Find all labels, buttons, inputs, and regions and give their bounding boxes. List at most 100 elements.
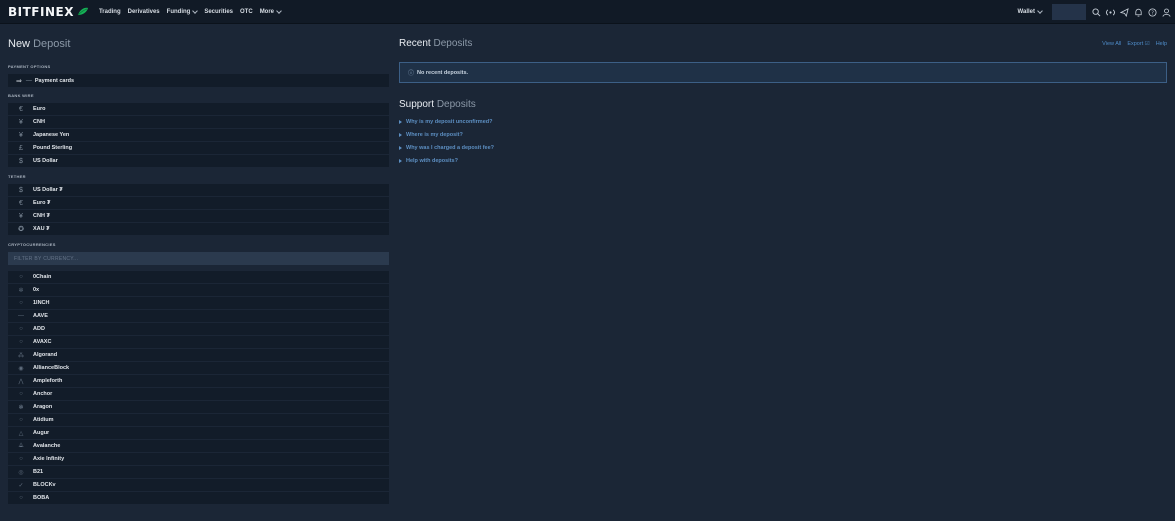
search-field[interactable] [1052,4,1086,20]
currency-label: ADD [33,326,45,332]
crypto-item[interactable]: ❃ Aragon [8,401,389,414]
currency-label: Aragon [33,404,53,410]
broadcast-icon[interactable] [1106,8,1115,17]
crypto-item[interactable]: △ Augur [8,427,389,440]
faq-link[interactable]: Why is my deposit unconfirmed? [399,119,1167,125]
crypto-item[interactable]: ✓ BLOCKv [8,479,389,492]
currency-label: US Dollar ₮ [33,187,63,193]
currency-icon: ⟁ [18,442,24,449]
bank-wire-label: BANK WIRE [8,93,34,98]
nav-label: Funding [166,8,191,15]
user-icon[interactable] [1162,8,1171,17]
crypto-item[interactable]: ○ Axie Infinity [8,453,389,466]
currency-label: CNH ₮ [33,213,50,219]
crypto-item[interactable]: ⋀ Ampleforth [8,375,389,388]
currency-icon: ○ [19,339,23,345]
faq-link[interactable]: Where is my deposit? [399,132,1167,138]
bell-icon[interactable] [1134,8,1143,17]
wallet-label: Wallet [1017,9,1035,15]
bank-wire-item[interactable]: ¥ CNH [8,116,389,129]
nav-trading[interactable]: Trading [99,9,121,15]
crypto-item[interactable]: ○ Anchor [8,388,389,401]
currency-icon: £ [19,144,23,152]
bank-wire-item[interactable]: ¥ Japanese Yen [8,129,389,142]
currency-icon: ✪ [18,226,24,233]
nav-funding[interactable]: Funding [166,7,199,15]
currency-label: XAU ₮ [33,226,50,232]
nav-more[interactable]: More [260,7,282,15]
svg-text:?: ? [1151,10,1154,16]
crypto-item[interactable]: ○ AVAXC [8,336,389,349]
currency-label: Algorand [33,352,58,358]
caret-right-icon [399,120,402,124]
crypto-item[interactable]: ○ ADD [8,323,389,336]
crypto-item[interactable]: ○ 0Chain [8,271,389,284]
currency-label: AAVE [33,313,48,319]
faq-text: Help with deposits? [406,158,458,164]
caret-right-icon [399,159,402,163]
currency-label: AllianceBlock [33,365,70,371]
bitfinex-logo[interactable]: BITFINEX [8,5,89,19]
recent-deposits-title: Recent Deposits [399,38,473,49]
top-navigation-bar: BITFINEX Trading Derivatives Funding Securi… [0,0,1175,24]
crypto-item[interactable]: ○ Atidium [8,414,389,427]
tether-label: TETHER [8,174,26,179]
crypto-item[interactable]: ◎ B21 [8,466,389,479]
payment-cards-option[interactable]: ⇒ — Payment cards [8,74,389,87]
currency-icon: ◎ [18,469,24,476]
export-link[interactable]: Export ☑ [1127,41,1149,47]
telegram-icon[interactable] [1120,7,1129,17]
currency-icon: ◉ [18,365,24,372]
currency-icon: ⋀ [18,378,24,385]
tether-item[interactable]: $ US Dollar ₮ [8,184,389,197]
crypto-item[interactable]: ⟁ Avalanche [8,440,389,453]
currency-icon: ○ [19,456,23,462]
new-deposit-panel: New Deposit PAYMENT OPTIONS ⇒ — Payment … [8,24,389,505]
tether-item[interactable]: ✪ XAU ₮ [8,223,389,236]
currency-label: CNH [33,119,45,125]
recent-deposits-links: View All Export ☑ Help [1102,41,1167,47]
nav-derivatives[interactable]: Derivatives [128,9,160,15]
crypto-item[interactable]: ○ 1INCH [8,297,389,310]
search-icon[interactable] [1092,7,1101,17]
wallet-menu[interactable]: Wallet [1017,8,1043,15]
currency-icon: ○ [19,274,23,280]
currency-filter[interactable] [8,252,389,265]
crypto-item[interactable]: ◉ AllianceBlock [8,362,389,375]
currency-filter-input[interactable] [14,255,214,262]
chevron-down-icon [192,7,199,14]
faq-text: Where is my deposit? [406,132,463,138]
currency-label: Japanese Yen [33,132,70,138]
no-recent-deposits-notice: ⓘ No recent deposits. [399,62,1167,83]
view-all-link[interactable]: View All [1102,41,1121,47]
nav-otc[interactable]: OTC [240,9,253,15]
currency-label: AVAXC [33,339,52,345]
help-icon[interactable]: ? [1148,7,1157,17]
currency-label: Axie Infinity [33,456,65,462]
nav-securities[interactable]: Securities [204,9,233,15]
tether-item[interactable]: ¥ CNH ₮ [8,210,389,223]
faq-link[interactable]: Why was I charged a deposit fee? [399,145,1167,151]
recent-deposits-header: Recent Deposits View All Export ☑ Help [399,38,1167,49]
currency-icon: ¥ [19,118,23,126]
bank-wire-item[interactable]: € Euro [8,103,389,116]
chevron-down-icon [276,7,282,14]
currency-icon: ✲ [18,287,24,294]
faq-link[interactable]: Help with deposits? [399,158,1167,164]
crypto-item[interactable]: ✲ 0x [8,284,389,297]
currency-icon: ¥ [19,131,23,139]
currency-icon: € [19,199,23,207]
page-title: New Deposit [8,38,71,50]
bank-wire-item[interactable]: £ Pound Sterling [8,142,389,155]
currency-icon: △ [18,430,24,437]
crypto-item[interactable]: ○ BOBA [8,492,389,505]
crypto-item[interactable]: — AAVE [8,310,389,323]
crypto-item[interactable]: ⁂ Algorand [8,349,389,362]
tether-item[interactable]: € Euro ₮ [8,197,389,210]
currency-label: Atidium [33,417,54,423]
currency-label: Euro [33,106,46,112]
currency-icon: $ [19,186,23,194]
bank-wire-item[interactable]: $ US Dollar [8,155,389,168]
help-link[interactable]: Help [1156,41,1167,47]
leaf-icon [77,7,88,16]
